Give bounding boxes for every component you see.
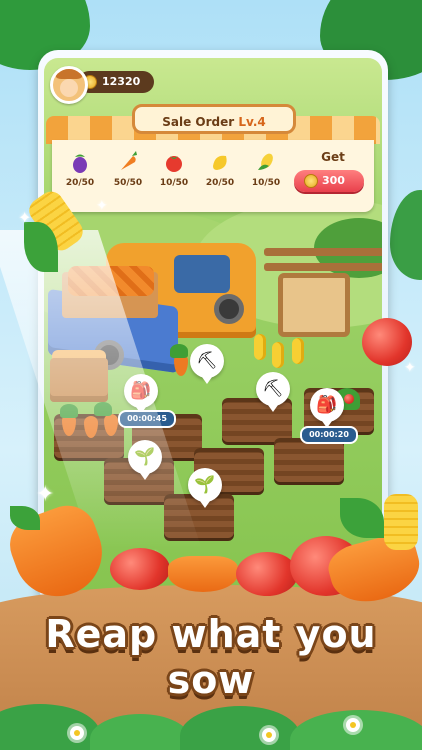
sale-order-level: Lv.4 (238, 115, 266, 129)
player-avatar[interactable] (50, 66, 88, 104)
foreground-carrot (168, 556, 238, 592)
sprout-bubble[interactable]: 🌱 (188, 468, 222, 508)
mango-count: 20/50 (205, 178, 235, 188)
corn-crop (292, 338, 304, 364)
sale-order-label: Sale Order (162, 115, 235, 129)
farm-plot[interactable] (222, 398, 292, 442)
sparkle-icon: ✦ (36, 482, 55, 507)
foreground-tomato (236, 552, 298, 596)
order-item-carrot: 50/50 (104, 150, 152, 188)
caption-line-2: sow (167, 658, 255, 702)
tomato-icon (150, 150, 198, 176)
get-label: Get (321, 150, 345, 164)
corn-crop (254, 334, 266, 360)
sprout-icon: 🌱 (194, 475, 216, 495)
coin-icon (304, 174, 318, 188)
carrot-leaves (170, 344, 188, 358)
order-item-mango: 20/50 (196, 150, 244, 188)
order-item-corn: 10/50 (242, 150, 290, 188)
foreground-tomato (110, 548, 170, 590)
tomato-count: 10/50 (159, 178, 189, 188)
corn-crop (272, 342, 284, 368)
hoe-icon: ⛏ (262, 379, 284, 399)
coin-amount: 12320 (102, 75, 141, 88)
reward-amount: 300 (322, 174, 345, 187)
avatar-hat (56, 69, 82, 79)
growth-timer: 00:00:20 (300, 426, 358, 444)
eggplant-count: 20/50 (65, 178, 95, 188)
white-flower (262, 728, 276, 742)
truck-wheel (214, 294, 244, 324)
corn-count: 10/50 (251, 178, 281, 188)
get-reward-button[interactable]: 300 (294, 170, 364, 192)
sale-order-title: Sale Order Lv.4 (132, 104, 296, 134)
corn-icon (242, 150, 290, 176)
seed-bag-icon: 🎒 (316, 395, 338, 415)
notice-board[interactable] (278, 273, 350, 337)
caption-line-1: Reap what you (45, 612, 377, 656)
harvest-hoe-bubble[interactable]: ⛏ (190, 344, 224, 384)
coin-counter: 12320 (78, 71, 154, 93)
harvest-hoe-bubble[interactable]: ⛏ (256, 372, 290, 412)
carrot-count: 50/50 (113, 178, 143, 188)
sparkle-icon: ✦ (96, 198, 108, 214)
sparkle-icon: ✦ (404, 360, 416, 376)
farm-plot[interactable] (274, 438, 344, 482)
foreground-corn (384, 494, 418, 550)
fence (264, 263, 382, 271)
eggplant-icon (56, 150, 104, 176)
hoe-icon: ⛏ (196, 351, 218, 371)
order-item-eggplant: 20/50 (56, 150, 104, 188)
mango-icon (196, 150, 244, 176)
fence (264, 248, 382, 256)
seed-bag-bubble[interactable]: 🎒 (310, 388, 344, 428)
truck-window (174, 255, 230, 293)
order-item-tomato: 10/50 (150, 150, 198, 188)
sparkle-icon: ✦ (18, 208, 32, 227)
avatar-face (60, 79, 78, 97)
white-flower (70, 726, 84, 740)
promo-scene: 12320 Sale Order Lv.4 20/50 50/50 10/50 … (0, 0, 422, 750)
white-flower (346, 718, 360, 732)
flying-tomato (362, 318, 412, 366)
tomato-fruit (344, 394, 354, 404)
carrot-icon (104, 150, 152, 176)
